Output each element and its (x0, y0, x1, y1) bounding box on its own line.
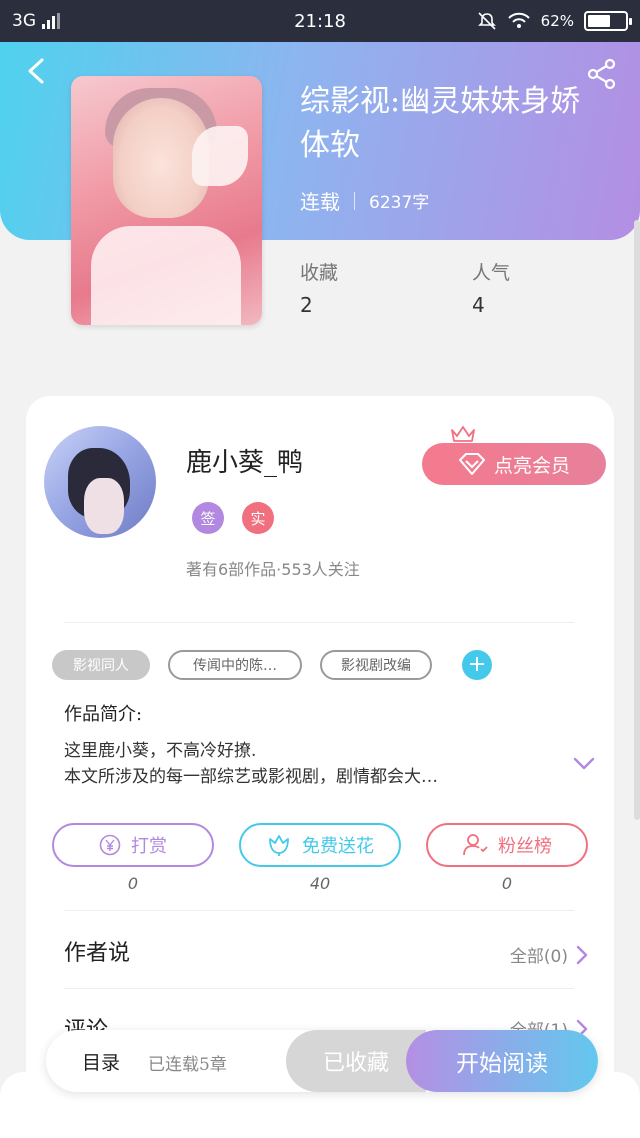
intro-label: 作品简介: (64, 704, 143, 725)
network-type: 3G (12, 11, 36, 31)
cover-shirt (91, 226, 241, 325)
stat-popularity: 人气 4 (472, 258, 510, 317)
signed-badge: 签 (192, 502, 224, 534)
chapter-count[interactable]: 已连载5章 (148, 1050, 227, 1075)
intro-text[interactable]: 这里鹿小葵，不高冷好撩. 本文所涉及的每一部综艺或影视剧，剧情都会大… (64, 738, 544, 790)
author-name[interactable]: 鹿小葵_鸭 (186, 442, 303, 479)
divider (64, 622, 574, 623)
collected-button[interactable]: 已收藏 (286, 1030, 426, 1092)
fan-rank-label: 粉丝榜 (498, 836, 552, 857)
battery-icon (584, 11, 632, 31)
chevron-right-icon (576, 945, 588, 964)
chevron-down-icon[interactable] (572, 756, 596, 772)
author-note-title: 作者说 (64, 941, 131, 966)
signal-icon (42, 13, 60, 29)
divider (64, 988, 574, 989)
crown-icon (451, 426, 475, 442)
tag-item[interactable]: 影视同人 (52, 650, 150, 680)
tip-count: 0 (127, 874, 139, 893)
diamond-icon (458, 453, 485, 475)
send-flower-button[interactable]: 免费送花 (239, 823, 401, 867)
book-title: 综影视:幽灵妹妹身娇体软 (300, 84, 581, 163)
fan-count: 0 (501, 874, 513, 893)
flower-count: 40 (309, 874, 331, 893)
scrollbar[interactable] (634, 220, 640, 820)
start-reading-button[interactable]: 开始阅读 (406, 1030, 598, 1092)
intro-line: 本文所涉及的每一部综艺或影视剧，剧情都会大… (64, 767, 438, 787)
stat-favorites: 收藏 2 (300, 258, 338, 317)
bottom-action-bar: 目录 已连载5章 已收藏 开始阅读 (46, 1030, 598, 1092)
tag-item[interactable]: 传闻中的陈… (168, 650, 302, 680)
wifi-icon (507, 12, 530, 28)
meta-divider (354, 191, 355, 210)
word-count: 6237字 (369, 193, 430, 213)
tip-button[interactable]: 打赏 (52, 823, 214, 867)
tip-label: 打赏 (131, 836, 167, 857)
yen-coin-icon (99, 834, 121, 856)
tag-item[interactable]: 影视剧改编 (320, 650, 432, 680)
serial-status: 连载 (300, 190, 340, 214)
toc-button[interactable]: 目录 (82, 1048, 120, 1075)
vip-button-label: 点亮会员 (493, 454, 570, 477)
flower-icon (269, 835, 289, 856)
book-meta: 连载 6237字 (300, 186, 429, 215)
verified-badge: 实 (242, 502, 274, 534)
stat-value: 2 (300, 293, 313, 317)
book-cover[interactable] (71, 76, 262, 325)
stat-label: 收藏 (300, 262, 339, 284)
fan-user-icon (463, 834, 488, 856)
intro-line: 这里鹿小葵，不高冷好撩. (64, 741, 257, 761)
author-note-more-label: 全部(0) (509, 947, 568, 967)
cover-bow (192, 126, 248, 186)
battery-percent: 62% (540, 12, 574, 30)
stat-label: 人气 (472, 262, 511, 284)
fan-rank-button[interactable]: 粉丝榜 (426, 823, 588, 867)
avatar-skin (84, 478, 124, 534)
mute-icon (477, 12, 496, 30)
add-tag-button[interactable]: + (462, 650, 492, 680)
network-indicator: 3G (12, 11, 60, 31)
status-bar: 3G 21:18 62% (0, 0, 640, 42)
author-note-more[interactable]: 全部(0) (510, 942, 588, 967)
vip-button[interactable]: 点亮会员 (422, 443, 606, 485)
author-stats: 著有6部作品·553人关注 (186, 560, 360, 579)
divider (64, 910, 574, 911)
send-flower-label: 免费送花 (302, 836, 374, 857)
back-arrow-icon[interactable] (24, 58, 50, 84)
stat-value: 4 (472, 293, 485, 317)
avatar[interactable] (44, 426, 156, 538)
